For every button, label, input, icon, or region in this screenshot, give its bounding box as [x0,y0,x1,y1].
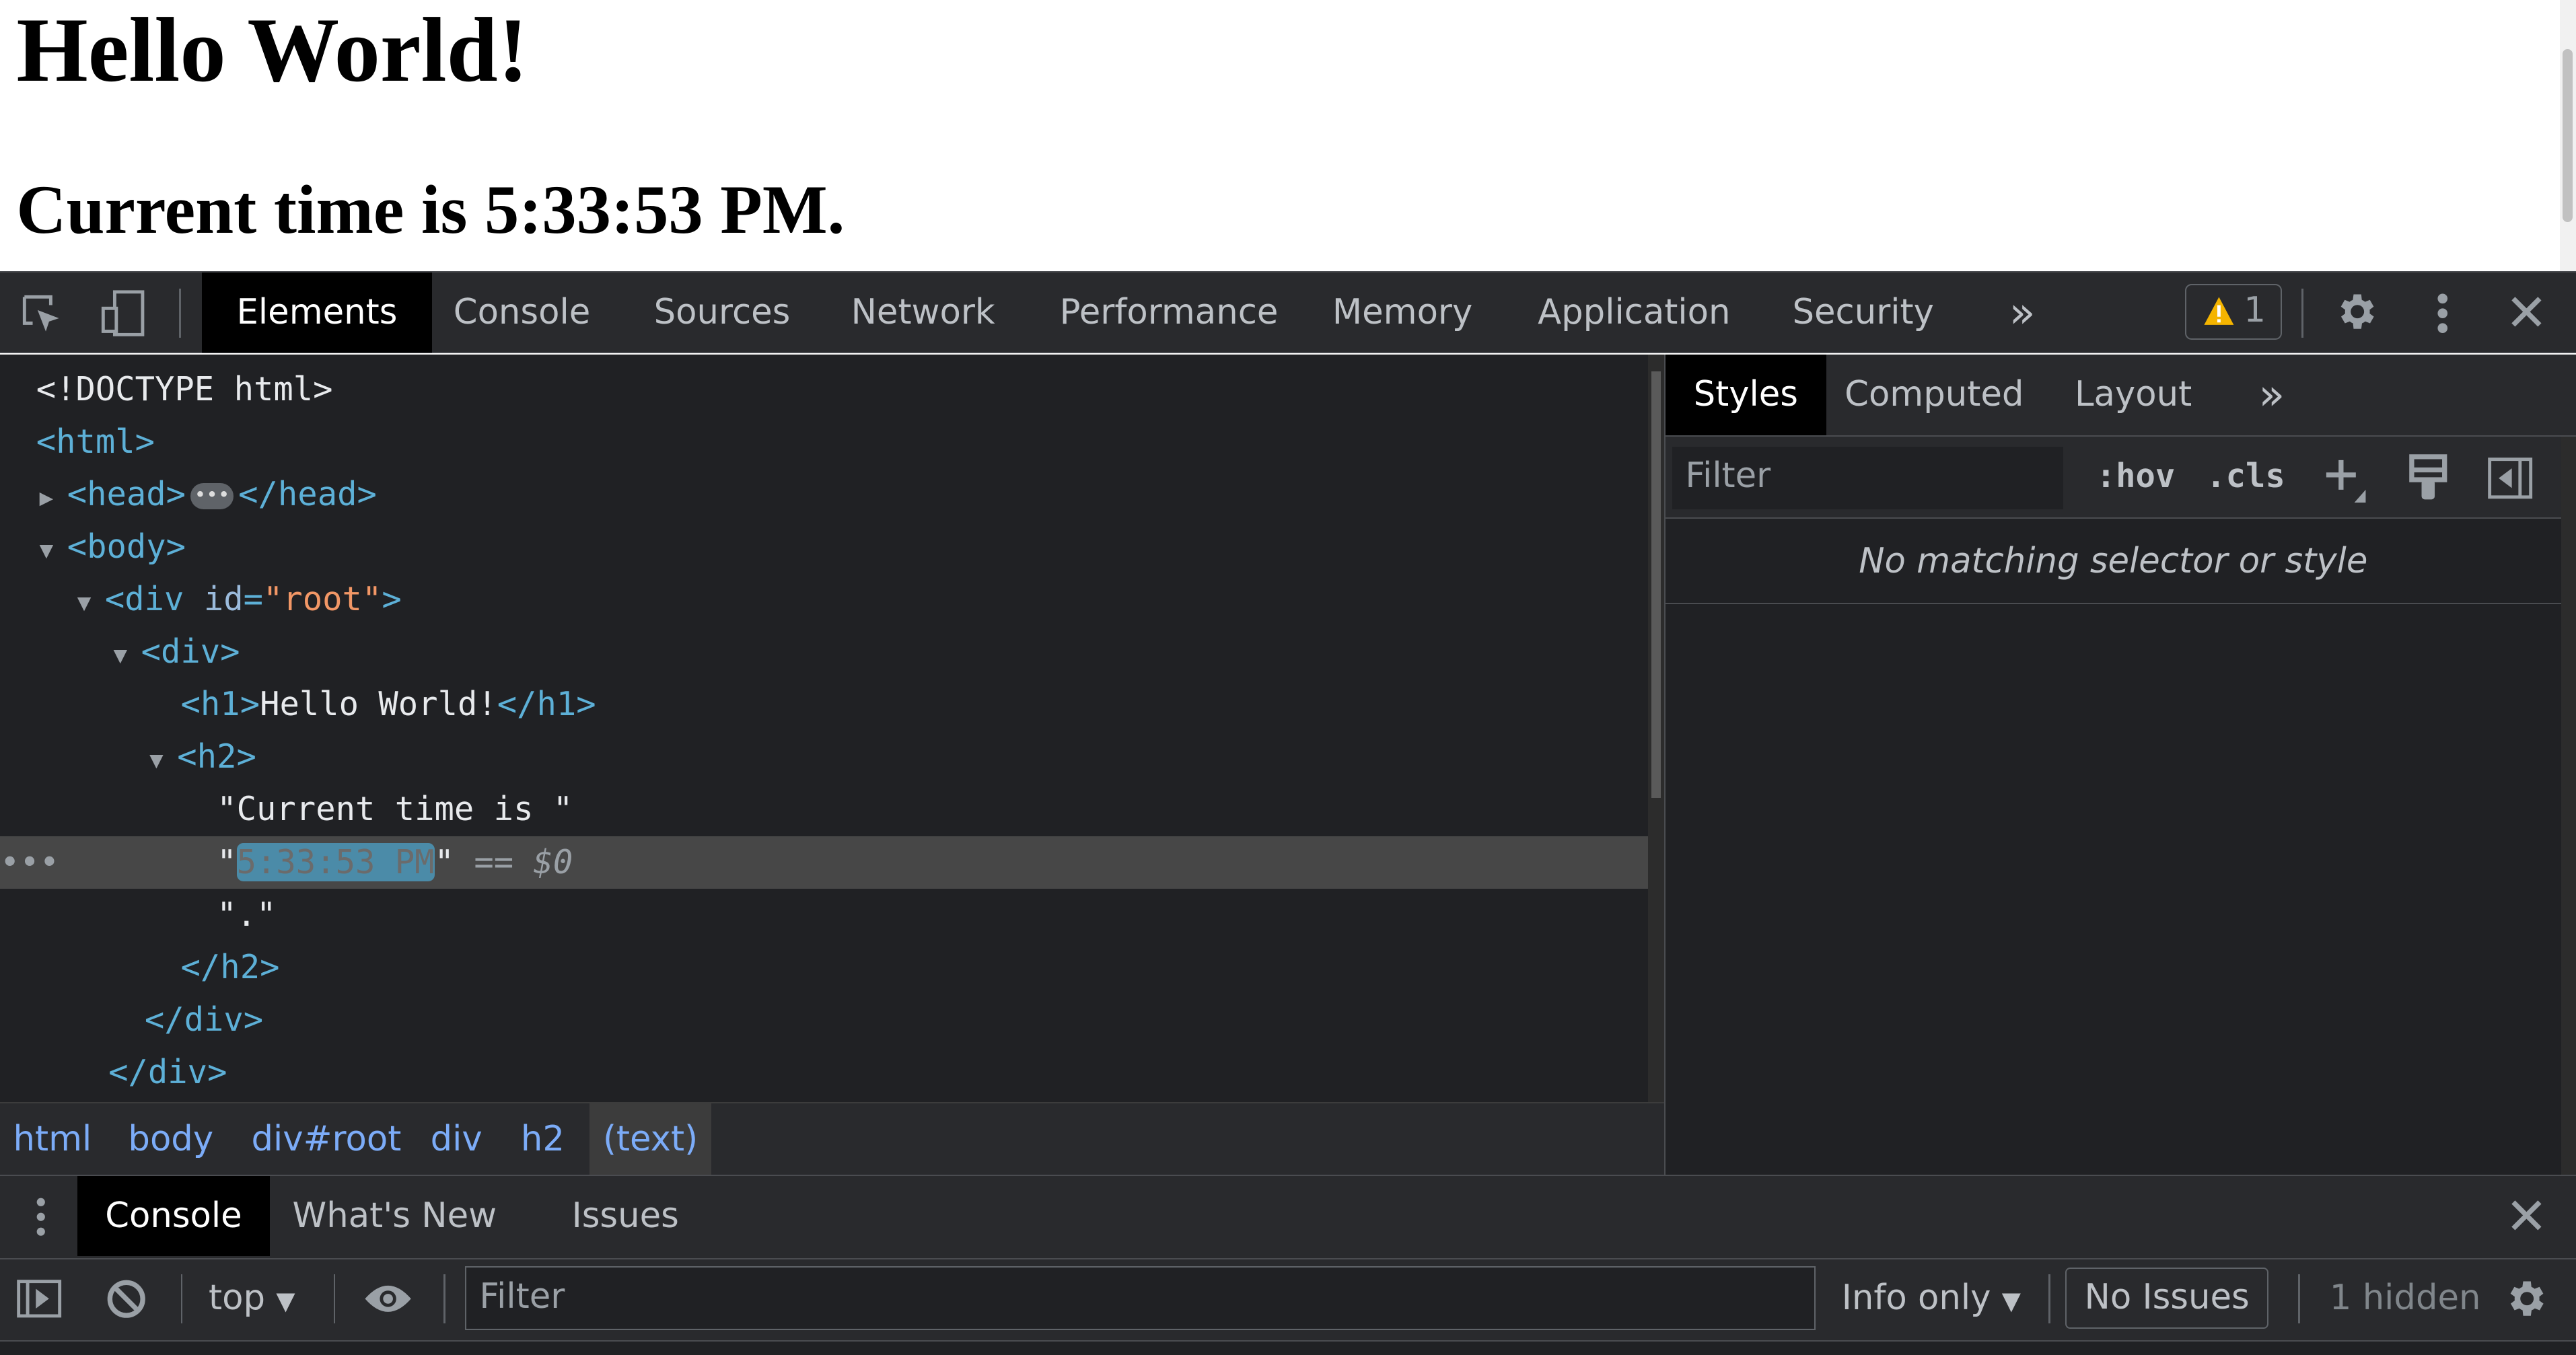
tab-console[interactable]: Console [419,272,625,353]
dom-close-div[interactable]: </div> [0,994,1648,1046]
context-selector[interactable]: top ▼ [209,1278,295,1318]
dom-text-node[interactable]: "Current time is " [0,783,1648,836]
tab-sources[interactable]: Sources [619,272,824,353]
ellipsis-icon[interactable]: ••• [190,483,234,510]
dom-node-html[interactable]: <html> [0,416,1648,468]
new-style-rule-icon[interactable] [2323,457,2369,509]
tab-computed[interactable]: Computed [1817,355,2052,435]
live-expression-eye-icon[interactable] [363,1282,413,1324]
dom-node-h2[interactable]: ▼ <h2> [0,731,1648,783]
time-value-editing[interactable]: 5:33:53 PM [236,842,435,881]
warning-icon [2203,295,2235,336]
issues-button[interactable]: No Issues [2065,1268,2269,1329]
paint-brush-icon[interactable] [2408,453,2448,509]
web-page: Hello World! Current time is 5:33:53 PM. [0,0,2576,271]
console-filter-input[interactable]: Filter [464,1266,1816,1331]
more-options-icon[interactable] [2436,292,2449,343]
dom-node-head[interactable]: ▶ <head> ••• </head> [0,468,1648,521]
toggle-sidebar-icon[interactable] [2487,457,2533,506]
tab-styles[interactable]: Styles [1666,355,1826,435]
tab-application[interactable]: Application [1503,272,1765,353]
inspect-element-icon[interactable] [20,292,65,346]
devtools-toolbar: Elements Console Sources Network Perform… [0,270,2576,353]
settings-gear-icon[interactable] [2334,289,2380,343]
page-heading-2: Current time is 5:33:53 PM. [16,172,845,248]
dom-tree: <!DOCTYPE html> <html> ▶ <head> ••• </head… [0,355,1648,1103]
expand-triangle-icon[interactable]: ▶ [40,484,67,511]
breadcrumb-text[interactable]: (text) [589,1103,711,1176]
styles-pane: Styles Computed Layout » Filter :hov .cl… [1664,355,2576,1176]
dropdown-arrow-icon: ▼ [276,1286,295,1315]
close-drawer-icon[interactable] [2510,1199,2543,1241]
breadcrumb-h2[interactable]: h2 [507,1103,577,1175]
tab-memory[interactable]: Memory [1298,272,1507,353]
tab-security[interactable]: Security [1758,272,1968,353]
cls-button[interactable]: .cls [2206,457,2285,495]
dom-close-div-root[interactable]: </div> [0,1046,1648,1099]
breadcrumb-html[interactable]: html [0,1103,105,1175]
breadcrumb: html body div#root div h2 (text) [0,1102,1665,1176]
hov-button[interactable]: :hov [2096,457,2176,495]
styles-filter-input[interactable]: Filter [1672,447,2063,509]
no-matching-styles-message: No matching selector or style [1666,519,2561,605]
drawer-tab-whats-new[interactable]: What's New [264,1176,525,1257]
warnings-button[interactable]: 1 [2184,283,2282,340]
dom-text-node-selected[interactable]: ••• "5:33:53 PM" == $0 [0,836,1648,889]
drawer-tab-console[interactable]: Console [77,1175,271,1257]
hidden-count: 1 hidden [2329,1277,2481,1318]
page-heading-1: Hello World! [16,0,529,102]
tab-layout[interactable]: Layout [2046,355,2219,435]
device-toolbar-icon[interactable] [98,289,147,346]
dropdown-arrow-icon: ▼ [2001,1286,2021,1315]
console-settings-gear-icon[interactable] [2504,1276,2550,1330]
dom-node-h1[interactable]: <h1>Hello World!</h1> [0,678,1648,731]
log-level-dropdown[interactable]: Info only ▼ [1842,1278,2021,1318]
collapse-triangle-icon[interactable]: ▼ [149,747,177,774]
dom-node-div-root[interactable]: ▼ <div id="root"> [0,573,1648,626]
collapse-triangle-icon[interactable]: ▼ [40,537,67,564]
close-devtools-icon[interactable] [2510,295,2543,337]
styles-scrollbar[interactable] [2561,437,2576,1176]
warning-count: 1 [2244,290,2266,331]
dom-node-body[interactable]: ▼ <body> [0,521,1648,573]
tab-network[interactable]: Network [816,272,1030,353]
breadcrumb-div[interactable]: div [417,1103,495,1175]
breadcrumb-body[interactable]: body [115,1103,227,1175]
dom-close-h2[interactable]: </h2> [0,941,1648,994]
more-tabs-chevron-icon[interactable]: » [2224,355,2319,435]
clear-console-icon[interactable] [105,1278,147,1329]
drawer-tab-issues[interactable]: Issues [544,1176,707,1257]
dom-node-doctype[interactable]: <!DOCTYPE html> [0,363,1648,416]
console-drawer: Console What's New Issues top ▼ Filter I… [0,1174,2576,1355]
breadcrumb-div-root[interactable]: div#root [238,1103,415,1175]
tab-performance[interactable]: Performance [1025,272,1312,353]
dom-tree-scrollbar[interactable] [1647,355,1665,1103]
show-sidebar-icon[interactable] [16,1279,62,1327]
collapse-triangle-icon[interactable]: ▼ [113,642,141,669]
tab-elements[interactable]: Elements [202,272,432,353]
dom-node-div[interactable]: ▼ <div> [0,626,1648,678]
node-actions-ellipsis-icon[interactable]: ••• [0,836,59,889]
more-tabs-chevron-icon[interactable]: » [1974,272,2069,353]
collapse-triangle-icon[interactable]: ▼ [77,589,105,616]
drawer-menu-icon[interactable] [34,1196,48,1247]
dom-text-node[interactable]: "." [0,889,1648,941]
page-scrollbar[interactable] [2559,0,2576,271]
